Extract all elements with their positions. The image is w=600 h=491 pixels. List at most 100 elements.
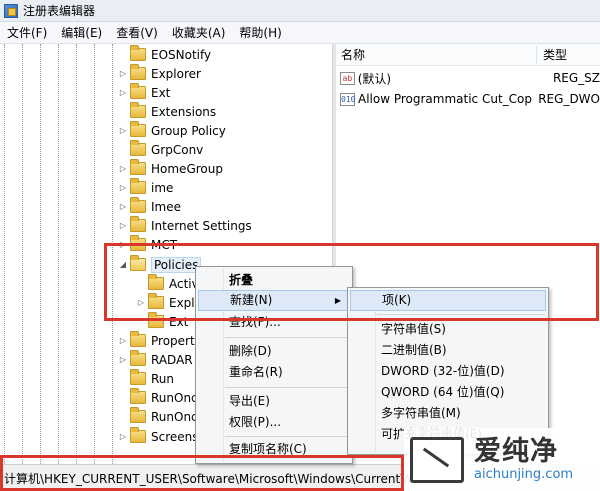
folder-icon [148, 274, 164, 290]
expand-arrow-icon[interactable]: ▷ [136, 298, 146, 307]
tree-item-label: Propert [151, 333, 195, 348]
tree-item[interactable]: ▷ RADAR [118, 350, 193, 369]
folder-icon [130, 388, 146, 404]
tree-guide-line [22, 44, 23, 464]
tree-item-policies[interactable]: ◢ Policies [118, 255, 202, 274]
tree-item[interactable]: ▷ HomeGroup [118, 159, 223, 178]
expand-arrow-icon[interactable]: ▷ [118, 336, 128, 345]
column-separator[interactable] [536, 46, 537, 64]
tree-item-label: MCT [151, 237, 178, 252]
tree-item[interactable]: ▷ Screens [118, 427, 199, 446]
context-menu: 折叠 新建(N) ▶ 查找(F)... 删除(D) 重命名(R) 导出(E) 权… [195, 266, 353, 464]
submenu-item-multi-string-value[interactable]: 多字符串值(M) [350, 403, 546, 424]
expand-arrow-icon[interactable]: ▷ [118, 240, 128, 249]
tree-item-label: Group Policy [151, 123, 226, 138]
submenu-item-binary-value[interactable]: 二进制值(B) [350, 340, 546, 361]
tree-item[interactable]: RunOnc [118, 388, 198, 407]
tree-item-label: Screens [151, 429, 199, 444]
folder-icon [130, 121, 146, 137]
column-header-type[interactable]: 类型 [538, 44, 567, 66]
tree-item[interactable]: ▷ ime [118, 178, 173, 197]
collapse-arrow-icon[interactable]: ◢ [118, 260, 128, 269]
menu-item-permissions[interactable]: 权限(P)... [198, 412, 350, 433]
tree-guide-line [76, 44, 77, 464]
tree-item[interactable]: RunOnc [118, 407, 198, 426]
tree-guide-line [40, 44, 41, 464]
submenu-item-dword-value[interactable]: DWORD (32-位)值(D) [350, 361, 546, 382]
submenu-item-string-value[interactable]: 字符串值(S) [350, 319, 546, 340]
menu-help[interactable]: 帮助(H) [232, 24, 288, 41]
value-type: REG_DWO [538, 92, 600, 106]
value-row[interactable]: ab (默认) REG_SZ [336, 68, 600, 88]
submenu-item-key[interactable]: 项(K) [350, 290, 546, 311]
expand-arrow-icon[interactable]: ▷ [118, 69, 128, 78]
menu-item-collapse[interactable]: 折叠 [198, 270, 350, 291]
tree-item[interactable]: Run [118, 369, 174, 388]
expand-arrow-icon[interactable]: ▷ [118, 164, 128, 173]
tree-item[interactable]: ▷ Internet Settings [118, 216, 252, 235]
value-name: (默认) [357, 71, 392, 86]
tree-item[interactable]: ▷ Explorer [118, 64, 201, 83]
folder-icon [130, 369, 146, 385]
tree-item[interactable]: ▷ Propert [118, 331, 195, 350]
tree-item[interactable]: ▷ Imee [118, 197, 181, 216]
tree-item-label: Ext [169, 314, 189, 329]
expand-arrow-icon[interactable]: ▷ [118, 202, 128, 211]
title-bar: 注册表编辑器 [0, 0, 600, 22]
menu-item-new-label: 新建(N) [230, 293, 273, 307]
status-path: 计算机\HKEY_CURRENT_USER\Software\Microsoft… [4, 472, 427, 486]
tree-item[interactable]: Extensions [118, 102, 216, 121]
menu-view[interactable]: 查看(V) [109, 24, 165, 41]
expand-arrow-icon[interactable]: ▷ [118, 183, 128, 192]
tree-item-label: Imee [151, 199, 181, 214]
tree-item[interactable]: ▷ Ext [118, 83, 170, 102]
menu-item-delete[interactable]: 删除(D) [198, 341, 350, 362]
tree-item-label: Extensions [151, 104, 217, 119]
menu-item-new[interactable]: 新建(N) ▶ [198, 290, 350, 311]
tree-item-label: Ext [151, 85, 171, 100]
menu-item-export[interactable]: 导出(E) [198, 391, 350, 412]
tree-item[interactable]: GrpConv [118, 140, 203, 159]
expand-arrow-icon[interactable]: ▷ [118, 355, 128, 364]
expand-arrow-icon[interactable]: ▷ [118, 221, 128, 230]
tree-guide-line [94, 44, 95, 464]
folder-icon [130, 83, 146, 99]
tree-item[interactable]: EOSNotify [118, 45, 211, 64]
value-name: Allow Programmatic Cut_Copy_... [358, 92, 532, 106]
menu-separator [225, 387, 349, 388]
value-row[interactable]: 010 Allow Programmatic Cut_Copy_... REG_… [336, 89, 600, 109]
value-type: REG_SZ [552, 71, 600, 85]
tree-item-label: Run [151, 371, 175, 386]
menu-item-copy-key-name[interactable]: 复制项名称(C) [198, 439, 350, 460]
list-header: 名称 类型 [336, 44, 600, 66]
expand-arrow-icon[interactable]: ▷ [118, 432, 128, 441]
window-title: 注册表编辑器 [23, 4, 96, 18]
menu-file[interactable]: 文件(F) [0, 24, 54, 41]
folder-icon [130, 159, 146, 175]
folder-icon [130, 64, 146, 80]
tree-item[interactable]: ▷ Group Policy [118, 121, 226, 140]
tree-item[interactable]: Activ [136, 274, 199, 293]
folder-icon [130, 45, 146, 61]
tree-guide-line [112, 44, 113, 464]
watermark: 爱纯净 aichunjing.com [404, 428, 600, 491]
menu-separator [377, 314, 545, 315]
menu-separator [225, 337, 349, 338]
tree-item[interactable]: ▷ Explo [136, 293, 202, 312]
menu-edit[interactable]: 编辑(E) [54, 24, 109, 41]
expand-arrow-icon[interactable]: ▷ [118, 126, 128, 135]
reg-sz-icon: ab [340, 71, 355, 85]
expand-arrow-icon[interactable]: ▷ [118, 88, 128, 97]
tree-item[interactable]: ▷ MCT [118, 235, 177, 254]
menu-item-find[interactable]: 查找(F)... [198, 312, 350, 333]
watermark-text: 爱纯净 aichunjing.com [474, 436, 573, 483]
tree-item[interactable]: Ext [136, 312, 188, 331]
menu-favorites[interactable]: 收藏夹(A) [165, 24, 233, 41]
tree-item-label: ime [151, 180, 174, 195]
folder-icon [130, 178, 146, 194]
column-header-name[interactable]: 名称 [336, 44, 365, 66]
tree-guide-line [4, 44, 5, 464]
menu-item-rename[interactable]: 重命名(R) [198, 362, 350, 383]
submenu-item-qword-value[interactable]: QWORD (64 位)值(Q) [350, 382, 546, 403]
folder-icon [130, 235, 146, 251]
